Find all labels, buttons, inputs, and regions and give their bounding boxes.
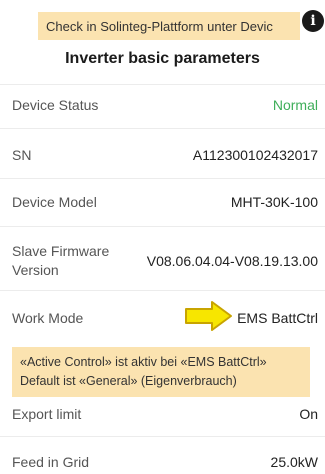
annotation-note-line1: «Active Control» ist aktiv bei «EMS Batt… [20,355,267,369]
device-model-label: Device Model [12,194,97,210]
sn-label: SN [12,147,32,163]
divider [0,178,325,179]
divider [0,84,325,85]
slave-firmware-label-line2: Version [12,262,59,278]
export-limit-label: Export limit [12,406,82,422]
device-model-value: MHT-30K-100 [230,194,318,210]
feed-in-grid-label: Feed in Grid [12,454,90,470]
sn-value: A112300102432017 [192,147,318,163]
work-mode-label: Work Mode [12,310,84,326]
slave-firmware-label-line1: Slave Firmware [12,243,110,259]
annotation-banner-text: Check in Solinteg-Plattform unter Devic [46,18,273,34]
divider [0,128,325,129]
info-icon[interactable]: i [302,10,324,32]
divider [0,436,325,437]
arrow-right-icon [185,301,232,331]
export-limit-value: On [299,406,318,422]
divider [0,226,325,227]
divider [0,290,325,291]
annotation-note-line2: Default ist «General» (Eigenverbrauch) [20,374,237,388]
device-status-label: Device Status [12,97,99,113]
slave-firmware-value: V08.06.04.04-V08.19.13.00 [146,253,318,269]
annotation-banner: Check in Solinteg-Plattform unter Devic [38,12,300,40]
page-title: Inverter basic parameters [65,50,260,67]
device-status-value: Normal [272,97,318,113]
annotation-note: «Active Control» ist aktiv bei «EMS Batt… [12,347,310,397]
work-mode-value: EMS BattCtrl [237,310,318,326]
feed-in-grid-value: 25.0kW [270,454,318,470]
